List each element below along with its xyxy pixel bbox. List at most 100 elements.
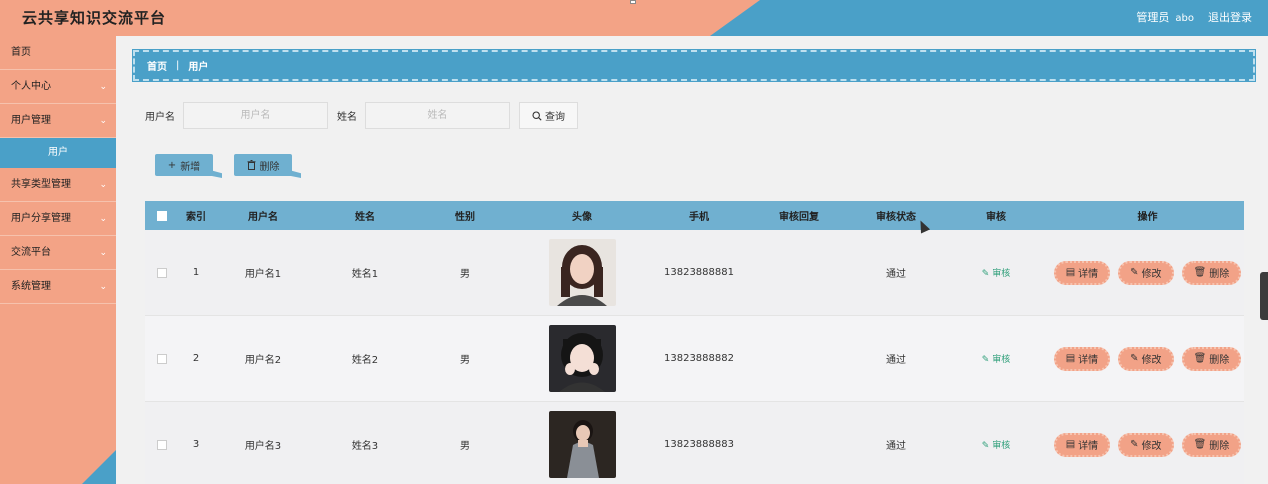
cell-gender: 男 [460, 355, 470, 366]
sidebar: 首页 个人中心 ⌄ 用户管理 ⌄ 用户 共享类型管理 ⌄ 用户分享管理 ⌄ 交流平台 ⌄ … [0, 36, 116, 484]
avatar[interactable] [548, 325, 616, 392]
edit-button[interactable]: ✎ 修改 [1118, 346, 1174, 371]
delete-button[interactable]: 删除 [234, 154, 292, 176]
edit-button[interactable]: ✎ 修改 [1118, 260, 1174, 285]
column-header: 头像 [572, 212, 592, 223]
cell-status: 通过 [886, 269, 906, 280]
cell-gender: 男 [460, 269, 470, 280]
sidebar-item-label: 个人中心 [11, 81, 51, 92]
row-checkbox[interactable] [157, 353, 167, 364]
window-handle [630, 0, 636, 4]
cell-operations: ▤ 详情 ✎ 修改 🗑 删除 [1051, 432, 1244, 457]
breadcrumb-home[interactable]: 首页 [147, 58, 167, 73]
cell-index: 2 [192, 353, 200, 364]
chevron-down-icon: ⌄ [99, 180, 107, 190]
cell-avatar [513, 411, 651, 478]
row-delete-button[interactable]: 🗑 删除 [1181, 432, 1242, 457]
query-button[interactable]: 查询 [519, 102, 578, 129]
sidebar-item-share-type-management[interactable]: 共享类型管理 ⌄ [0, 168, 116, 202]
row-checkbox[interactable] [157, 267, 167, 278]
row-delete-label: 删除 [1209, 441, 1230, 452]
logout-link[interactable]: 退出登录 [1208, 9, 1252, 25]
chevron-down-icon: ⌄ [99, 214, 107, 224]
edit-icon: ✎ [981, 441, 993, 451]
sidebar-item-user-share-management[interactable]: 用户分享管理 ⌄ [0, 202, 116, 236]
row-delete-label: 删除 [1209, 269, 1230, 280]
sidebar-item-system-management[interactable]: 系统管理 ⌄ [0, 270, 116, 304]
edit-icon: ✎ [1130, 267, 1139, 278]
audit-link[interactable]: ✎ 审核 [982, 355, 1010, 365]
username-search-input[interactable] [183, 102, 328, 129]
trash-icon: 🗑 [1193, 439, 1207, 450]
table-row: 3 用户名3 姓名3 男 13823888883 通过 ✎ 审核 ▤ 详情 ✎ 修改… [145, 402, 1244, 484]
add-button[interactable]: + 新增 [155, 154, 213, 176]
cell-status: 通过 [886, 441, 906, 452]
detail-button[interactable]: ▤ 详情 [1053, 260, 1111, 285]
detail-label: 详情 [1078, 269, 1099, 280]
cell-operations: ▤ 详情 ✎ 修改 🗑 删除 [1051, 346, 1244, 371]
add-label: 新增 [180, 161, 201, 173]
trash-icon: 🗑 [1193, 353, 1207, 364]
sidebar-subitem-users[interactable]: 用户 [0, 138, 116, 168]
audit-label: 审核 [992, 441, 1011, 451]
sidebar-item-label: 用户 [48, 147, 68, 158]
trash-icon [247, 160, 255, 170]
edit-label: 修改 [1141, 269, 1162, 280]
row-checkbox[interactable] [157, 439, 167, 450]
cell-audit: ✎ 审核 [941, 438, 1051, 451]
avatar[interactable] [548, 411, 616, 478]
row-select-cell [145, 267, 179, 278]
column-header: 手机 [689, 212, 709, 223]
cell-name: 姓名3 [351, 441, 379, 452]
detail-icon: ▤ [1065, 267, 1076, 278]
select-all-checkbox[interactable] [157, 210, 167, 221]
sidebar-item-label: 共享类型管理 [11, 179, 71, 190]
user-name: abo [1175, 13, 1194, 24]
detail-button[interactable]: ▤ 详情 [1053, 346, 1111, 371]
detail-label: 详情 [1078, 355, 1099, 366]
cell-audit: ✎ 审核 [941, 352, 1051, 365]
detail-icon: ▤ [1065, 439, 1076, 450]
column-header: 用户名 [248, 212, 278, 223]
sidebar-item-label: 交流平台 [11, 247, 51, 258]
row-delete-button[interactable]: 🗑 删除 [1181, 260, 1242, 285]
sidebar-item-exchange-platform[interactable]: 交流平台 ⌄ [0, 236, 116, 270]
scrollbar-handle[interactable] [1260, 272, 1268, 320]
edit-label: 修改 [1141, 355, 1162, 366]
app-title: 云共享知识交流平台 [22, 9, 167, 27]
row-select-cell [145, 439, 179, 450]
column-header: 性别 [455, 212, 475, 223]
sidebar-item-home[interactable]: 首页 [0, 36, 116, 70]
column-header: 审核状态 [876, 212, 916, 223]
audit-label: 审核 [992, 269, 1011, 279]
sidebar-item-user-management[interactable]: 用户管理 ⌄ [0, 104, 116, 138]
edit-icon: ✎ [981, 269, 993, 279]
detail-button[interactable]: ▤ 详情 [1053, 432, 1111, 457]
user-info: 管理员 abo [1136, 9, 1194, 25]
column-header: 索引 [186, 212, 206, 223]
cell-status: 通过 [886, 355, 906, 366]
edit-icon: ✎ [1130, 353, 1139, 364]
search-icon [532, 110, 542, 121]
sidebar-corner-decoration [82, 450, 116, 484]
row-select-cell [145, 353, 179, 364]
cell-operations: ▤ 详情 ✎ 修改 🗑 删除 [1051, 260, 1244, 285]
audit-link[interactable]: ✎ 审核 [982, 269, 1010, 279]
top-header: 云共享知识交流平台 管理员 abo 退出登录 [0, 0, 1268, 36]
avatar[interactable] [548, 239, 616, 306]
chevron-down-icon: ⌄ [99, 282, 107, 292]
chevron-down-icon: ⌄ [99, 248, 107, 258]
row-delete-button[interactable]: 🗑 删除 [1181, 346, 1242, 371]
name-search-input[interactable] [365, 102, 510, 129]
edit-icon: ✎ [981, 355, 993, 365]
edit-button[interactable]: ✎ 修改 [1118, 432, 1174, 457]
row-delete-label: 删除 [1209, 355, 1230, 366]
audit-link[interactable]: ✎ 审核 [982, 441, 1010, 451]
name-label: 姓名 [337, 112, 357, 123]
column-header: 姓名 [355, 212, 375, 223]
sidebar-item-personal-center[interactable]: 个人中心 ⌄ [0, 70, 116, 104]
cell-username: 用户名2 [244, 355, 282, 366]
sidebar-item-label: 首页 [11, 47, 31, 58]
column-header: 审核 [986, 212, 1006, 223]
cell-phone: 13823888881 [664, 267, 734, 278]
